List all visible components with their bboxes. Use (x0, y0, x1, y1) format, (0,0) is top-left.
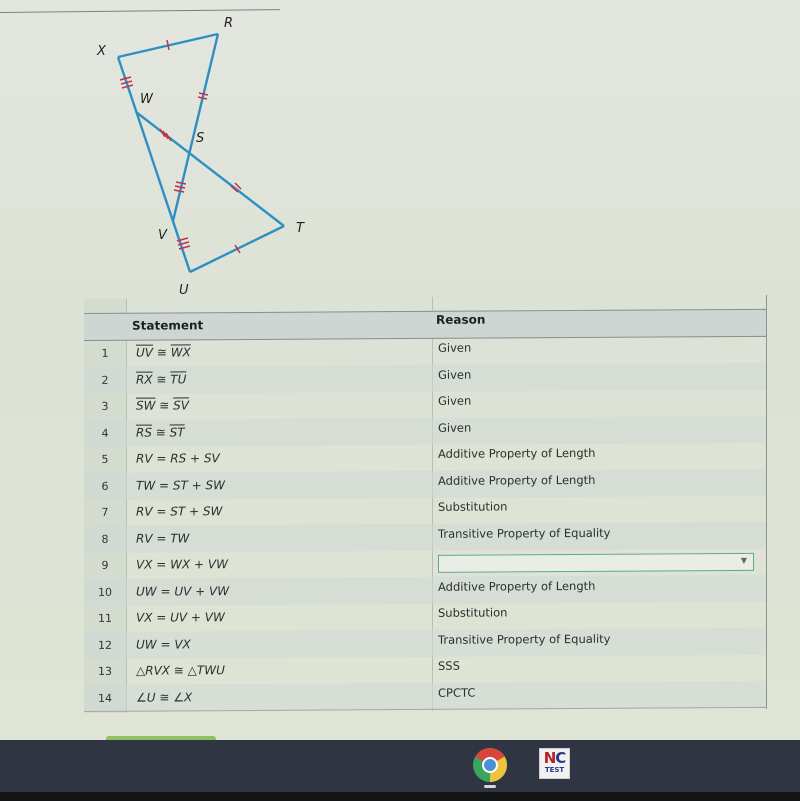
statement-cell: RV = TW (136, 530, 190, 546)
statement-cell: SW ≅ SV (136, 398, 189, 413)
row-number: 7 (101, 505, 109, 519)
statement-cell: VX = UV + VW (136, 610, 225, 625)
segment-r-v (171, 33, 220, 222)
reason-cell: Substitution (438, 605, 508, 620)
reason-dropdown[interactable]: ▼ (438, 552, 754, 573)
row-number: 11 (98, 611, 112, 625)
statement-cell: RS ≅ ST (136, 424, 185, 440)
row-number: 3 (101, 399, 109, 413)
reason-cell: Additive Property of Length (438, 578, 596, 594)
reason-cell: SSS (438, 658, 460, 673)
reason-cell: Given (438, 393, 472, 408)
reason-cell: CPCTC (438, 685, 476, 700)
geometry-diagram: X R W S V T U (96, 16, 305, 298)
chevron-down-icon: ▼ (740, 555, 747, 565)
nc-test-label: TEST (544, 766, 565, 774)
statement-cell: RX ≅ TU (136, 371, 187, 387)
reason-cell: Given (438, 340, 472, 355)
row-number: 12 (98, 638, 112, 652)
row-number: 5 (101, 452, 109, 466)
statement-cell: ∠U ≅ ∠X (136, 689, 193, 705)
nc-test-logo: NC (543, 749, 567, 767)
taskbar (0, 740, 800, 792)
row-number: 4 (101, 426, 109, 440)
statement-cell: UW = VX (136, 636, 191, 652)
reason-cell: Additive Property of Length (438, 445, 596, 461)
chrome-active-indicator (484, 785, 496, 788)
reason-cell: Substitution (438, 499, 508, 514)
reason-header: Reason (436, 312, 486, 327)
row-number: 14 (98, 691, 112, 705)
reason-cell: Transitive Property of Equality (438, 525, 611, 541)
row-number: 2 (101, 373, 109, 387)
chrome-icon[interactable] (472, 747, 508, 783)
vertex-label-x: X (96, 44, 107, 59)
tick-rs-1 (198, 92, 209, 96)
statement-header: Statement (132, 318, 204, 333)
vertex-label-u: U (179, 283, 189, 298)
proof-table: Statement Reason 1 UV ≅ WX Given 2 RX ≅ TU Gi… (84, 294, 767, 713)
tick-xr (166, 39, 170, 51)
screen: X R W S V T U Statement Reason 1 UV ≅ WX G… (0, 0, 800, 740)
statement-cell: RV = ST + SW (136, 504, 223, 519)
row-number: 8 (101, 532, 109, 546)
tick-sv-1 (175, 181, 187, 185)
statement-cell: TW = ST + SW (136, 477, 225, 493)
segment-w-t (135, 111, 285, 227)
row-number: 13 (98, 664, 112, 678)
reason-cell: Given (438, 367, 472, 382)
tick-sv-2 (174, 185, 186, 189)
statement-cell: UW = UV + VW (136, 583, 230, 599)
row-number: 6 (101, 479, 109, 493)
vertex-label-s: S (196, 131, 204, 146)
statement-cell: UV ≅ WX (136, 345, 191, 360)
nc-test-icon[interactable]: NC TEST (539, 748, 570, 779)
row-number: 10 (98, 585, 112, 599)
reason-cell: Additive Property of Length (438, 472, 596, 488)
tick-rs-2 (197, 96, 208, 100)
vertex-label-r: R (224, 16, 233, 31)
statement-cell: VX = WX + VW (136, 557, 228, 572)
statement-cell: RV = RS + SV (136, 451, 220, 466)
reason-cell: Given (438, 420, 472, 435)
tick-sv-3 (173, 189, 185, 193)
vertex-label-w: W (140, 92, 154, 107)
vertex-label-t: T (296, 221, 305, 236)
reason-cell: Transitive Property of Equality (438, 631, 611, 647)
vertex-label-v: V (158, 228, 168, 243)
row-number: 9 (101, 558, 109, 572)
row-number: 1 (101, 346, 109, 360)
screen-bezel (0, 792, 800, 801)
statement-cell: △RVX ≅ △TWU (136, 663, 225, 678)
